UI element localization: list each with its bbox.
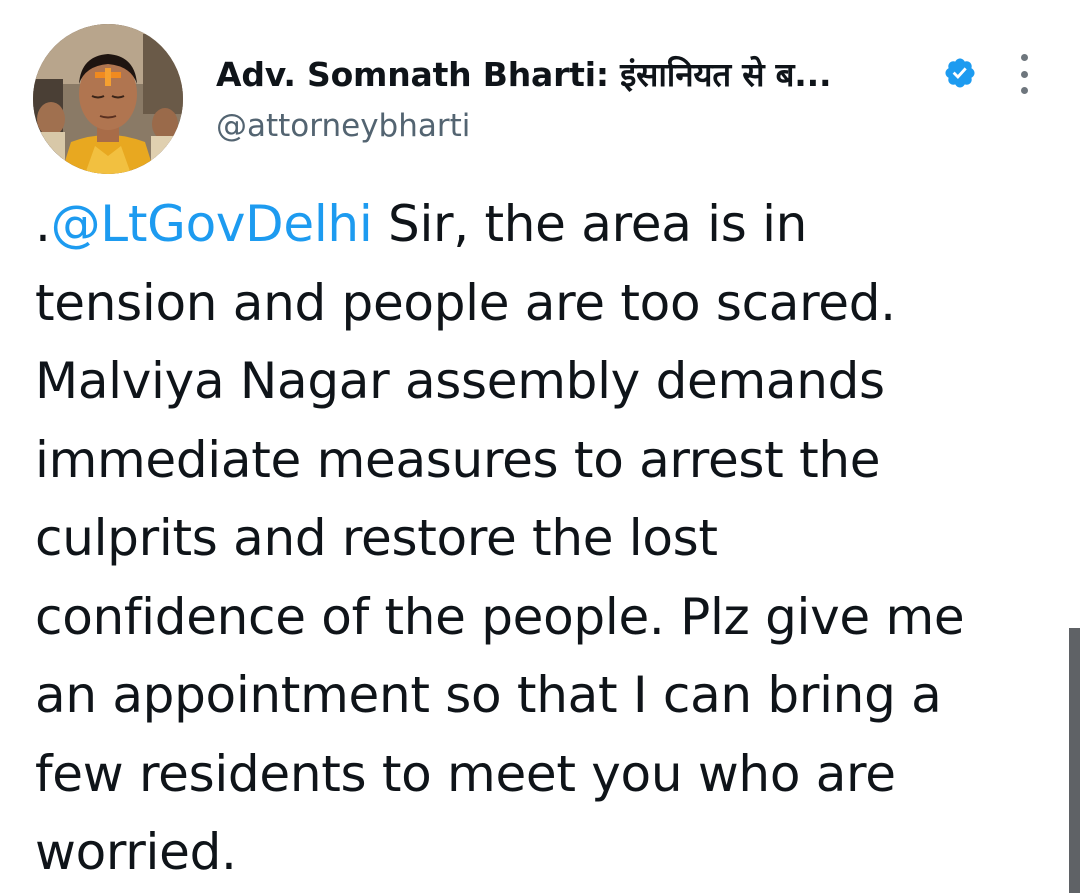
- tweet-line: immediate measures to arrest the: [35, 430, 881, 489]
- tweet-prefix: .: [35, 195, 51, 253]
- verified-badge-icon: [943, 56, 977, 90]
- author-display-name[interactable]: Adv. Somnath Bharti: इंसानियत से ब...: [216, 51, 832, 96]
- tweet-line: culprits and restore the lost: [35, 509, 718, 567]
- tweet-line: worried.: [35, 823, 237, 881]
- more-dot: [1020, 70, 1028, 78]
- more-options-icon[interactable]: [1013, 54, 1035, 94]
- tweet-line: an appointment so that I can bring a: [35, 666, 942, 724]
- tweet-card: Adv. Somnath Bharti: इंसानियत से ब... @a…: [0, 0, 1080, 893]
- more-dot: [1020, 87, 1028, 94]
- tweet-text: .@LtGovDelhi Sir, the area is in tension…: [35, 185, 1045, 892]
- tweet-line: tension and people are too scared.: [35, 273, 896, 332]
- tweet-line: few residents to meet you who are: [35, 744, 896, 803]
- author-handle[interactable]: @attorneybharti: [216, 108, 470, 144]
- author-name-row[interactable]: Adv. Somnath Bharti: इंसानियत से ब...: [216, 48, 832, 98]
- tweet-line-text: Sir, the area is in: [372, 195, 808, 253]
- tweet-line: confidence of the people. Plz give me: [35, 587, 965, 646]
- tweet-line: Malviya Nagar assembly demands: [35, 352, 885, 410]
- more-dot: [1020, 54, 1028, 61]
- tweet-line: .@LtGovDelhi Sir, the area is in: [35, 185, 1045, 264]
- scrollbar[interactable]: [1069, 628, 1080, 893]
- mention-link[interactable]: @LtGovDelhi: [51, 195, 373, 253]
- avatar[interactable]: [33, 24, 183, 174]
